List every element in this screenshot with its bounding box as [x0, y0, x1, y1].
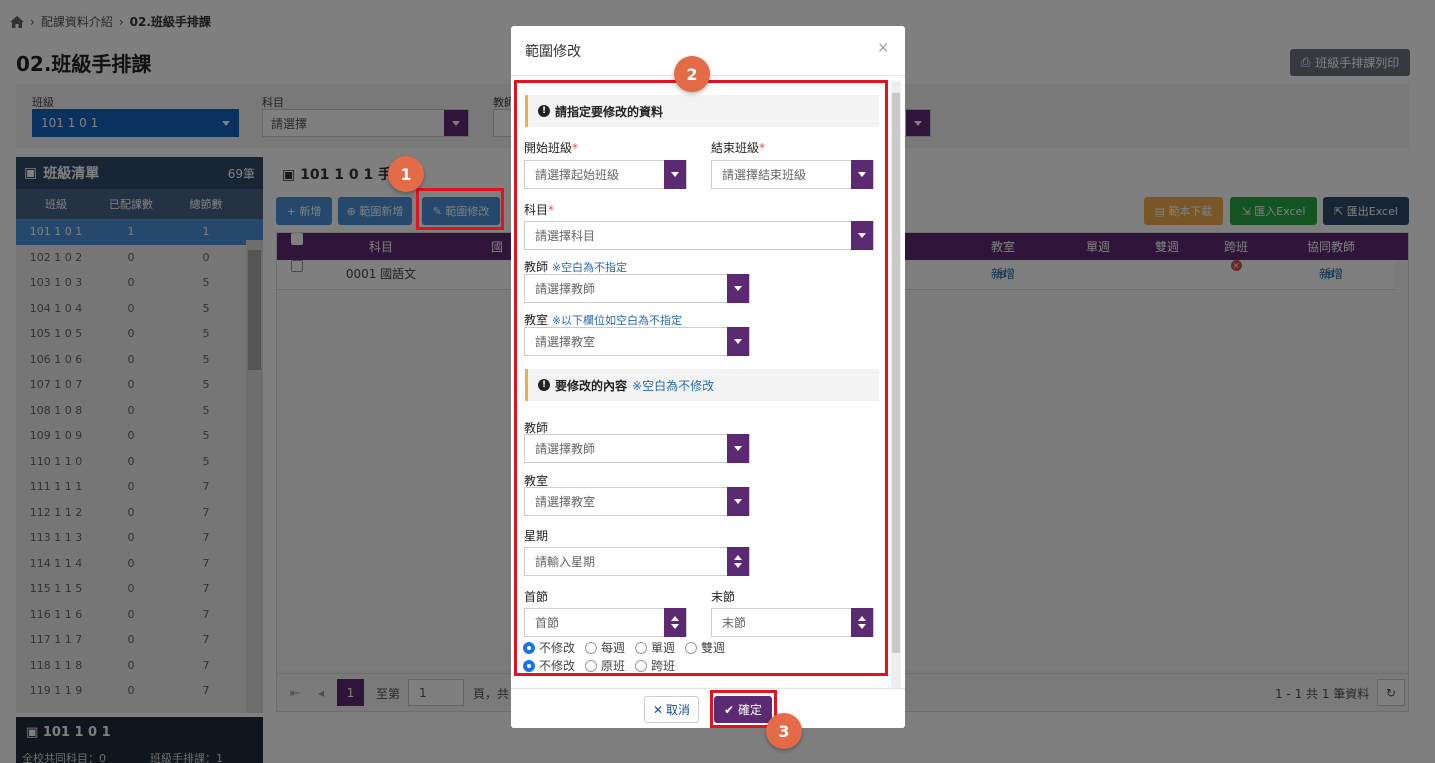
cancel-button[interactable]: ✕ 取消: [644, 696, 699, 723]
step-badge: 2: [674, 56, 710, 92]
dialog-title: 範圍修改: [525, 44, 581, 60]
step-badge: 1: [388, 156, 424, 192]
highlight-dialog-form: [514, 80, 888, 676]
dialog-footer: ✕ 取消 ✔ 確定: [511, 688, 905, 728]
step-badge: 3: [766, 713, 802, 749]
highlight-range-edit: [416, 188, 504, 230]
scrollbar[interactable]: [891, 81, 901, 689]
close-icon: ✕: [652, 702, 664, 717]
close-icon[interactable]: ×: [877, 40, 889, 56]
